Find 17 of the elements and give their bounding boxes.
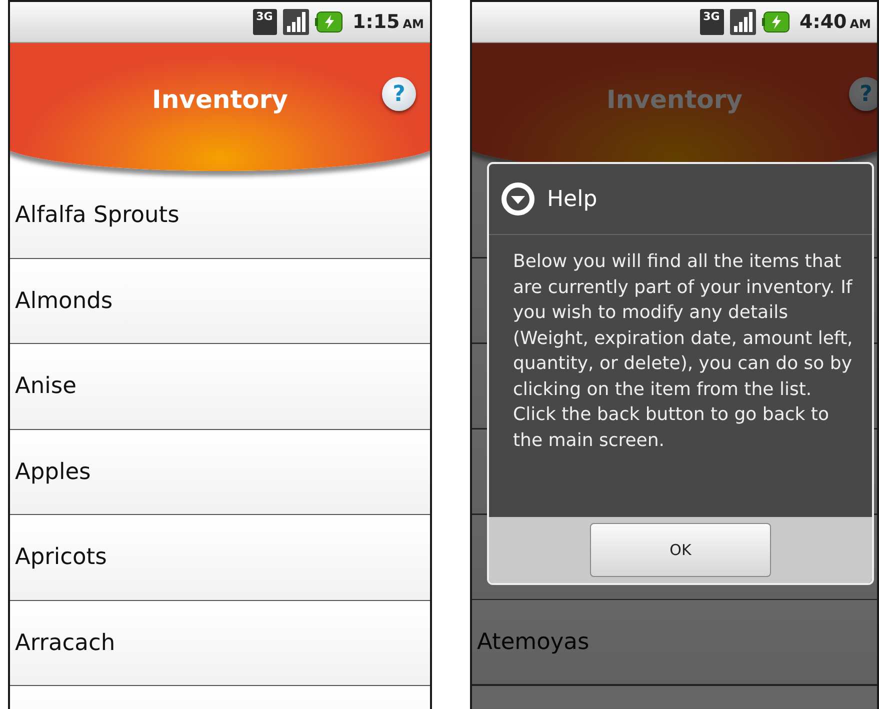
- ok-button[interactable]: OK: [590, 523, 771, 577]
- dialog-title: Help: [547, 186, 598, 212]
- screen-title: Inventory: [152, 84, 288, 114]
- list-item[interactable]: Almonds: [10, 258, 430, 344]
- signal-bars-icon: [730, 9, 756, 35]
- network-3g-icon: 3G: [700, 9, 724, 35]
- clock-time: 1:15 AM: [352, 11, 424, 33]
- network-3g-icon: 3G: [252, 9, 276, 35]
- signal-bars-icon: [282, 9, 308, 35]
- dialog-message: Below you will find all the items that are currently part of your inventory. If you wish to modify any details (Weight, expiration date, amount left, quantity, or delete), you can do so by clicking on the item from the list. Click the back button to go back to the main screen.: [512, 250, 854, 452]
- list-item[interactable]: Arracach: [10, 600, 430, 686]
- clock-time: 4:40 AM: [800, 11, 871, 33]
- battery-charging-icon: [762, 11, 790, 33]
- battery-charging-icon: [314, 11, 342, 33]
- triangle-circle-icon: [501, 182, 535, 216]
- screen-title: Inventory: [606, 84, 742, 114]
- list-item[interactable]: Apples: [10, 430, 430, 515]
